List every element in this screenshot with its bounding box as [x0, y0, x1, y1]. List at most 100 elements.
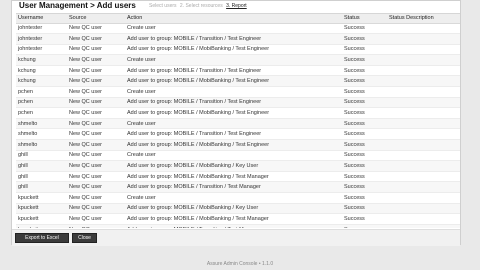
cell-source: New QC user [67, 75, 125, 88]
column-header-action[interactable]: Action [125, 14, 342, 24]
column-header-username[interactable]: Username [16, 14, 67, 24]
table-row[interactable]: kpuckettNew QC userAdd user to group: MO… [16, 224, 460, 228]
cell-status: Success [342, 160, 387, 172]
table-row[interactable]: shmelto New QC user Create user Success [16, 118, 460, 130]
cell-source: New QC user [67, 33, 125, 45]
table-row[interactable]: pchen New QC user Add user to group: MOBIL… [16, 97, 460, 109]
table-row[interactable]: kchung New QC user Add user to group: MOBI… [16, 65, 460, 77]
cell-source: New QC user [67, 160, 125, 172]
cell-action: Create user [125, 86, 342, 98]
cell-action: Add user to group: MOBILE / MobiBanking … [125, 203, 342, 215]
cell-status: Success [342, 171, 387, 183]
cell-username: johntester [16, 44, 67, 56]
table-row[interactable]: johntester New QC user Create user Success [16, 23, 460, 35]
cell-status: Success [342, 33, 387, 45]
table-row[interactable]: kchung New QC user Create user Success [16, 54, 460, 66]
cell-status-description [387, 192, 460, 204]
cell-source: New QC user [67, 97, 125, 109]
cell-username: kpuckett [16, 224, 67, 228]
close-button[interactable]: Close [72, 233, 97, 243]
table-row[interactable]: johntester New QC user Add user to group: … [16, 33, 460, 45]
table-row[interactable]: shmelto New QC user Add user to group: MOB… [16, 128, 460, 141]
cell-username: kpuckett [16, 203, 67, 215]
cell-username: kpuckett [16, 192, 67, 204]
cell-source: New QC user [67, 23, 125, 35]
table-row[interactable]: pchen New QC user Add user to group: MOBIL… [16, 107, 460, 119]
cell-action: Add user to group: MOBILE / MobiBanking … [125, 160, 342, 172]
cell-status: Success [342, 86, 387, 98]
cell-action: Add user to group: MOBILE / MobiBanking … [125, 75, 342, 88]
cell-status-description [387, 128, 460, 141]
cell-status-description [387, 23, 460, 35]
column-header-status-description[interactable]: Status Description [387, 14, 460, 24]
cell-source: New QC user [67, 65, 125, 77]
table-row[interactable]: kpuckett New QC user Create user Success [16, 192, 460, 204]
cell-source: New QC user [67, 192, 125, 204]
table-row[interactable]: kchung New QC user Add user to group: MOBI… [16, 75, 460, 88]
cell-status-description [387, 150, 460, 162]
cell-username: kpuckett [16, 213, 67, 225]
table-row[interactable]: johntester New QC user Add user to group: … [16, 44, 460, 56]
cell-username: kchung [16, 75, 67, 88]
cell-action: Add user to group: MOBILE / MobiBanking … [125, 44, 342, 56]
results-grid[interactable]: Username Source Action Status Status Des… [16, 13, 460, 228]
cell-source: New QC user [67, 139, 125, 151]
cell-status: Success [342, 192, 387, 204]
cell-action: Add user to group: MOBILE / Transition /… [125, 224, 342, 228]
cell-status: Success [342, 65, 387, 77]
export-to-excel-button[interactable]: Export to Excel [15, 233, 69, 243]
add-users-dialog: User Management > Add users Select users… [11, 0, 461, 246]
cell-action: Add user to group: MOBILE / Transition /… [125, 65, 342, 77]
cell-username: kchung [16, 54, 67, 66]
cell-status: Success [342, 44, 387, 56]
cell-status-description [387, 75, 460, 88]
cell-username: johntester [16, 23, 67, 35]
cell-action: Add user to group: MOBILE / MobiBanking … [125, 139, 342, 151]
cell-source: New QC user [67, 128, 125, 141]
cell-action: Add user to group: MOBILE / Transition /… [125, 181, 342, 193]
table-row[interactable]: ghill New QC user Add user to group: MOBIL… [16, 181, 460, 193]
cell-status: Success [342, 23, 387, 35]
table-row[interactable]: ghill New QC user Create user Success [16, 150, 460, 162]
table-row[interactable]: kpuckettNew QC userAdd user to group: MO… [16, 213, 460, 225]
table-row[interactable]: shmelto New QC user Add user to group: MOB… [16, 139, 460, 151]
cell-status: Success [342, 139, 387, 151]
cell-status-description [387, 203, 460, 215]
cell-status: Success [342, 118, 387, 130]
cell-status-description [387, 160, 460, 172]
cell-status-description [387, 33, 460, 45]
cell-status: Success [342, 128, 387, 141]
table-header-row: Username Source Action Status Status Des… [16, 14, 460, 24]
cell-source: New QC user [67, 54, 125, 66]
cell-status-description [387, 44, 460, 56]
cell-status-description [387, 139, 460, 151]
step-select-users: Select users [149, 3, 177, 9]
cell-status: Success [342, 203, 387, 215]
cell-action: Create user [125, 23, 342, 35]
dialog-button-bar: Export to Excel Close [12, 229, 460, 246]
cell-source: New QC user [67, 213, 125, 225]
cell-action: Add user to group: MOBILE / Transition /… [125, 97, 342, 109]
cell-username: ghill [16, 171, 67, 183]
cell-action: Add user to group: MOBILE / Transition /… [125, 33, 342, 45]
cell-username: pchen [16, 107, 67, 119]
table-row[interactable]: pchen New QC user Create user Success [16, 86, 460, 98]
table-row[interactable]: kpuckettNew QC userAdd user to group: MO… [16, 203, 460, 215]
cell-status-description [387, 86, 460, 98]
dialog-header: User Management > Add users Select users… [12, 1, 460, 11]
cell-source: New QC user [67, 118, 125, 130]
cell-status-description [387, 107, 460, 119]
step-report: 3. Report [226, 3, 247, 9]
cell-status: Success [342, 213, 387, 225]
cell-username: shmelto [16, 139, 67, 151]
cell-status: Success [342, 107, 387, 119]
table-row[interactable]: ghill New QC user Add user to group: MOBIL… [16, 160, 460, 172]
cell-status-description [387, 97, 460, 109]
column-header-status[interactable]: Status [342, 14, 387, 24]
cell-status: Success [342, 97, 387, 109]
wizard-steps: Select users 2. Select resources 3. Repo… [149, 3, 249, 10]
column-header-source[interactable]: Source [67, 14, 125, 24]
table-row[interactable]: ghill New QC user Add user to group: MOBIL… [16, 171, 460, 183]
cell-username: ghill [16, 160, 67, 172]
cell-status-description [387, 224, 460, 228]
